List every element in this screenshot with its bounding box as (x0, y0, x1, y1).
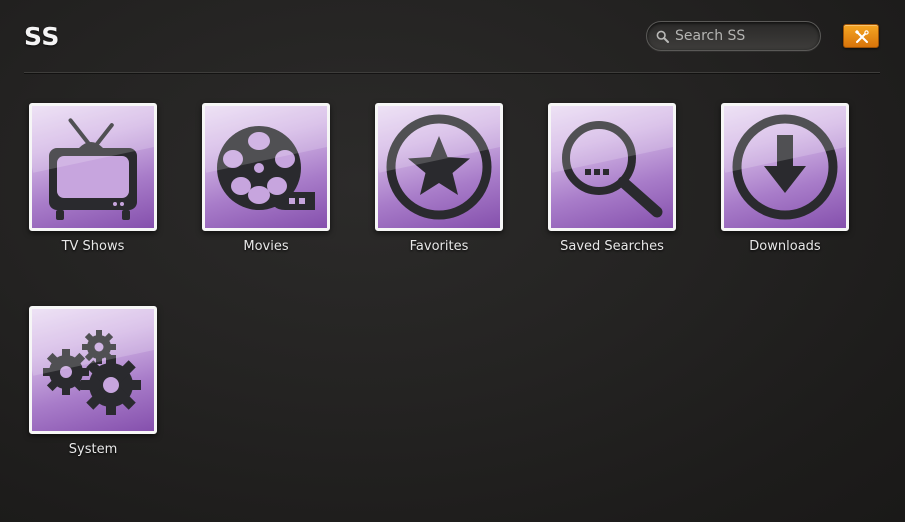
tile-label: System (68, 442, 118, 457)
tile-frame (375, 103, 503, 231)
magnifier-icon (562, 121, 663, 218)
tile-movies[interactable]: Movies (202, 103, 330, 254)
star-icon (386, 114, 492, 220)
tile-label: Favorites (409, 239, 469, 254)
app-title: SS (24, 22, 60, 51)
search-box[interactable] (646, 21, 821, 51)
tile-frame (548, 103, 676, 231)
tile-label: Movies (243, 239, 289, 254)
tile-label: Saved Searches (560, 239, 664, 254)
tile-frame (29, 306, 157, 434)
search-input[interactable] (675, 25, 813, 47)
tile-system[interactable]: System (29, 306, 157, 457)
header-divider (24, 72, 880, 73)
search-icon (656, 30, 669, 43)
tile-tv-shows[interactable]: TV Shows (29, 103, 157, 254)
tile-frame (202, 103, 330, 231)
tile-frame (29, 103, 157, 231)
tile-saved-searches[interactable]: Saved Searches (548, 103, 676, 254)
tools-button[interactable] (843, 24, 879, 48)
tile-label: TV Shows (61, 239, 125, 254)
download-arrow-icon (732, 114, 838, 220)
film-reel-icon (217, 126, 315, 210)
tile-favorites[interactable]: Favorites (375, 103, 503, 254)
tile-downloads[interactable]: Downloads (721, 103, 849, 254)
wrench-screwdriver-icon (854, 29, 869, 43)
tv-icon (49, 118, 137, 220)
tile-label: Downloads (749, 239, 821, 254)
tile-frame (721, 103, 849, 231)
gears-icon (43, 330, 141, 415)
